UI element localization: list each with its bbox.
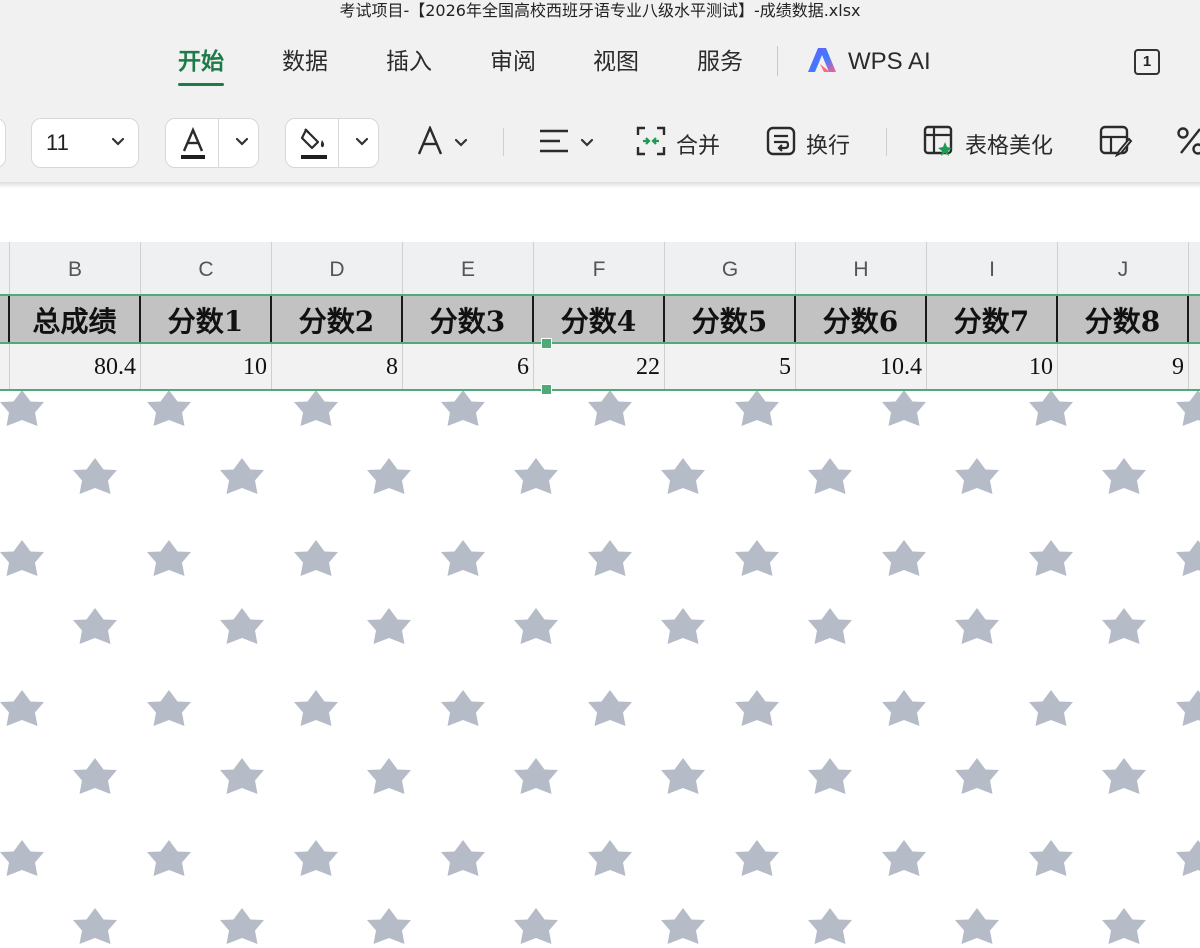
header-cell-score7[interactable]: 分数7 bbox=[927, 296, 1058, 344]
column-header-f[interactable]: F bbox=[534, 242, 665, 296]
ribbon-tab-bar: 开始 数据 插入 审阅 视图 服务 bbox=[0, 24, 1200, 104]
toolbar-divider bbox=[503, 128, 504, 156]
column-header-h[interactable]: H bbox=[796, 242, 927, 296]
chevron-down-icon bbox=[580, 132, 594, 157]
formula-bar[interactable] bbox=[0, 188, 1200, 242]
toolbar-divider bbox=[886, 128, 887, 156]
cell-style-icon bbox=[1099, 125, 1133, 163]
tab-divider bbox=[777, 46, 778, 76]
tab-home[interactable]: 开始 bbox=[178, 44, 224, 86]
toolbar: 11 合并 换行 表格美化 bbox=[0, 104, 1200, 183]
tab-data[interactable]: 数据 bbox=[282, 44, 328, 84]
align-icon bbox=[538, 128, 570, 160]
font-style-icon bbox=[416, 124, 444, 162]
header-row: 总成绩 分数1 分数2 分数3 分数4 分数5 分数6 分数7 分数8 bbox=[0, 296, 1200, 344]
header-cell-total[interactable]: 总成绩 bbox=[10, 296, 141, 344]
selection-border-top bbox=[0, 294, 1200, 296]
selection-border-bottom bbox=[0, 389, 1200, 391]
column-header-b[interactable]: B bbox=[10, 242, 141, 296]
data-cell-score4[interactable]: 22 bbox=[534, 344, 665, 389]
align-button[interactable] bbox=[538, 124, 594, 164]
header-cell-score1[interactable]: 分数1 bbox=[141, 296, 272, 344]
column-header-j[interactable]: J bbox=[1058, 242, 1189, 296]
column-header-i[interactable]: I bbox=[927, 242, 1058, 296]
header-cell-score5[interactable]: 分数5 bbox=[665, 296, 796, 344]
split-divider bbox=[338, 119, 339, 167]
tab-view[interactable]: 视图 bbox=[593, 44, 639, 84]
chevron-down-icon bbox=[110, 131, 126, 155]
tab-review[interactable]: 审阅 bbox=[490, 44, 536, 84]
wrap-text-button[interactable]: 换行 bbox=[766, 124, 850, 164]
data-cell-score7[interactable]: 10 bbox=[927, 344, 1058, 389]
wps-ai-label: WPS AI bbox=[848, 48, 931, 75]
chevron-down-icon bbox=[454, 132, 468, 157]
percent-format-button[interactable] bbox=[1176, 124, 1200, 164]
table-beautify-label: 表格美化 bbox=[965, 134, 1054, 159]
header-cell-score3[interactable]: 分数3 bbox=[403, 296, 534, 344]
font-size-value: 11 bbox=[46, 130, 69, 155]
data-cell-score3[interactable]: 6 bbox=[403, 344, 534, 389]
header-cell-score8[interactable]: 分数8 bbox=[1058, 296, 1189, 344]
percent-icon bbox=[1176, 125, 1200, 163]
column-header-d[interactable]: D bbox=[272, 242, 403, 296]
table-beautify-icon bbox=[923, 125, 955, 163]
data-cell-score5[interactable]: 5 bbox=[665, 344, 796, 389]
data-cell-total[interactable]: 80.4 bbox=[10, 344, 141, 389]
header-cell-score6[interactable]: 分数6 bbox=[796, 296, 927, 344]
split-divider bbox=[218, 119, 219, 167]
header-cell-a[interactable] bbox=[0, 296, 10, 344]
data-cell-score2[interactable]: 8 bbox=[272, 344, 403, 389]
data-cell-a[interactable] bbox=[0, 344, 10, 389]
window-title: 考试项目-【2026年全国高校西班牙语专业八级水平测试】-成绩数据.xlsx bbox=[0, 0, 1200, 24]
fill-color-button[interactable] bbox=[285, 118, 379, 168]
column-header-a[interactable] bbox=[0, 242, 10, 296]
table-beautify-button[interactable]: 表格美化 bbox=[923, 124, 1053, 164]
wrap-text-icon bbox=[766, 126, 796, 162]
font-style-button[interactable] bbox=[416, 124, 468, 164]
column-header-c[interactable]: C bbox=[141, 242, 272, 296]
header-cell-score2[interactable]: 分数2 bbox=[272, 296, 403, 344]
chevron-down-icon[interactable] bbox=[234, 131, 250, 155]
data-row: 80.4 10 8 6 22 5 10.4 10 9 bbox=[0, 344, 1200, 389]
data-cell-score1[interactable]: 10 bbox=[141, 344, 272, 389]
cell-style-button[interactable] bbox=[1099, 124, 1133, 164]
chevron-down-icon[interactable] bbox=[354, 131, 370, 155]
selection-border-middle bbox=[0, 342, 1200, 344]
selection-handle-top[interactable] bbox=[541, 338, 552, 349]
paint-bucket-icon bbox=[298, 125, 330, 165]
star-background-pattern bbox=[0, 296, 1200, 948]
tab-services[interactable]: 服务 bbox=[697, 44, 743, 84]
column-header-e[interactable]: E bbox=[403, 242, 534, 296]
wrap-text-label: 换行 bbox=[806, 134, 851, 159]
data-cell-score6[interactable]: 10.4 bbox=[796, 344, 927, 389]
window-count-badge[interactable]: 1 bbox=[1134, 49, 1160, 75]
merge-icon bbox=[636, 126, 666, 162]
header-cell-score4[interactable]: 分数4 bbox=[534, 296, 665, 344]
merge-label: 合并 bbox=[676, 134, 721, 159]
font-name-dropdown[interactable] bbox=[0, 118, 6, 168]
wps-ai-button[interactable]: WPS AI bbox=[806, 44, 931, 80]
data-cell-score8[interactable]: 9 bbox=[1058, 344, 1189, 389]
font-color-button[interactable] bbox=[165, 118, 259, 168]
selection-handle-bottom[interactable] bbox=[541, 384, 552, 395]
merge-button[interactable]: 合并 bbox=[636, 124, 720, 164]
font-size-dropdown[interactable]: 11 bbox=[31, 118, 139, 168]
wps-ai-icon bbox=[806, 46, 838, 78]
font-color-icon bbox=[178, 126, 208, 165]
tab-insert[interactable]: 插入 bbox=[386, 44, 432, 84]
column-header-g[interactable]: G bbox=[665, 242, 796, 296]
column-header-row: B C D E F G H I J bbox=[0, 242, 1200, 297]
